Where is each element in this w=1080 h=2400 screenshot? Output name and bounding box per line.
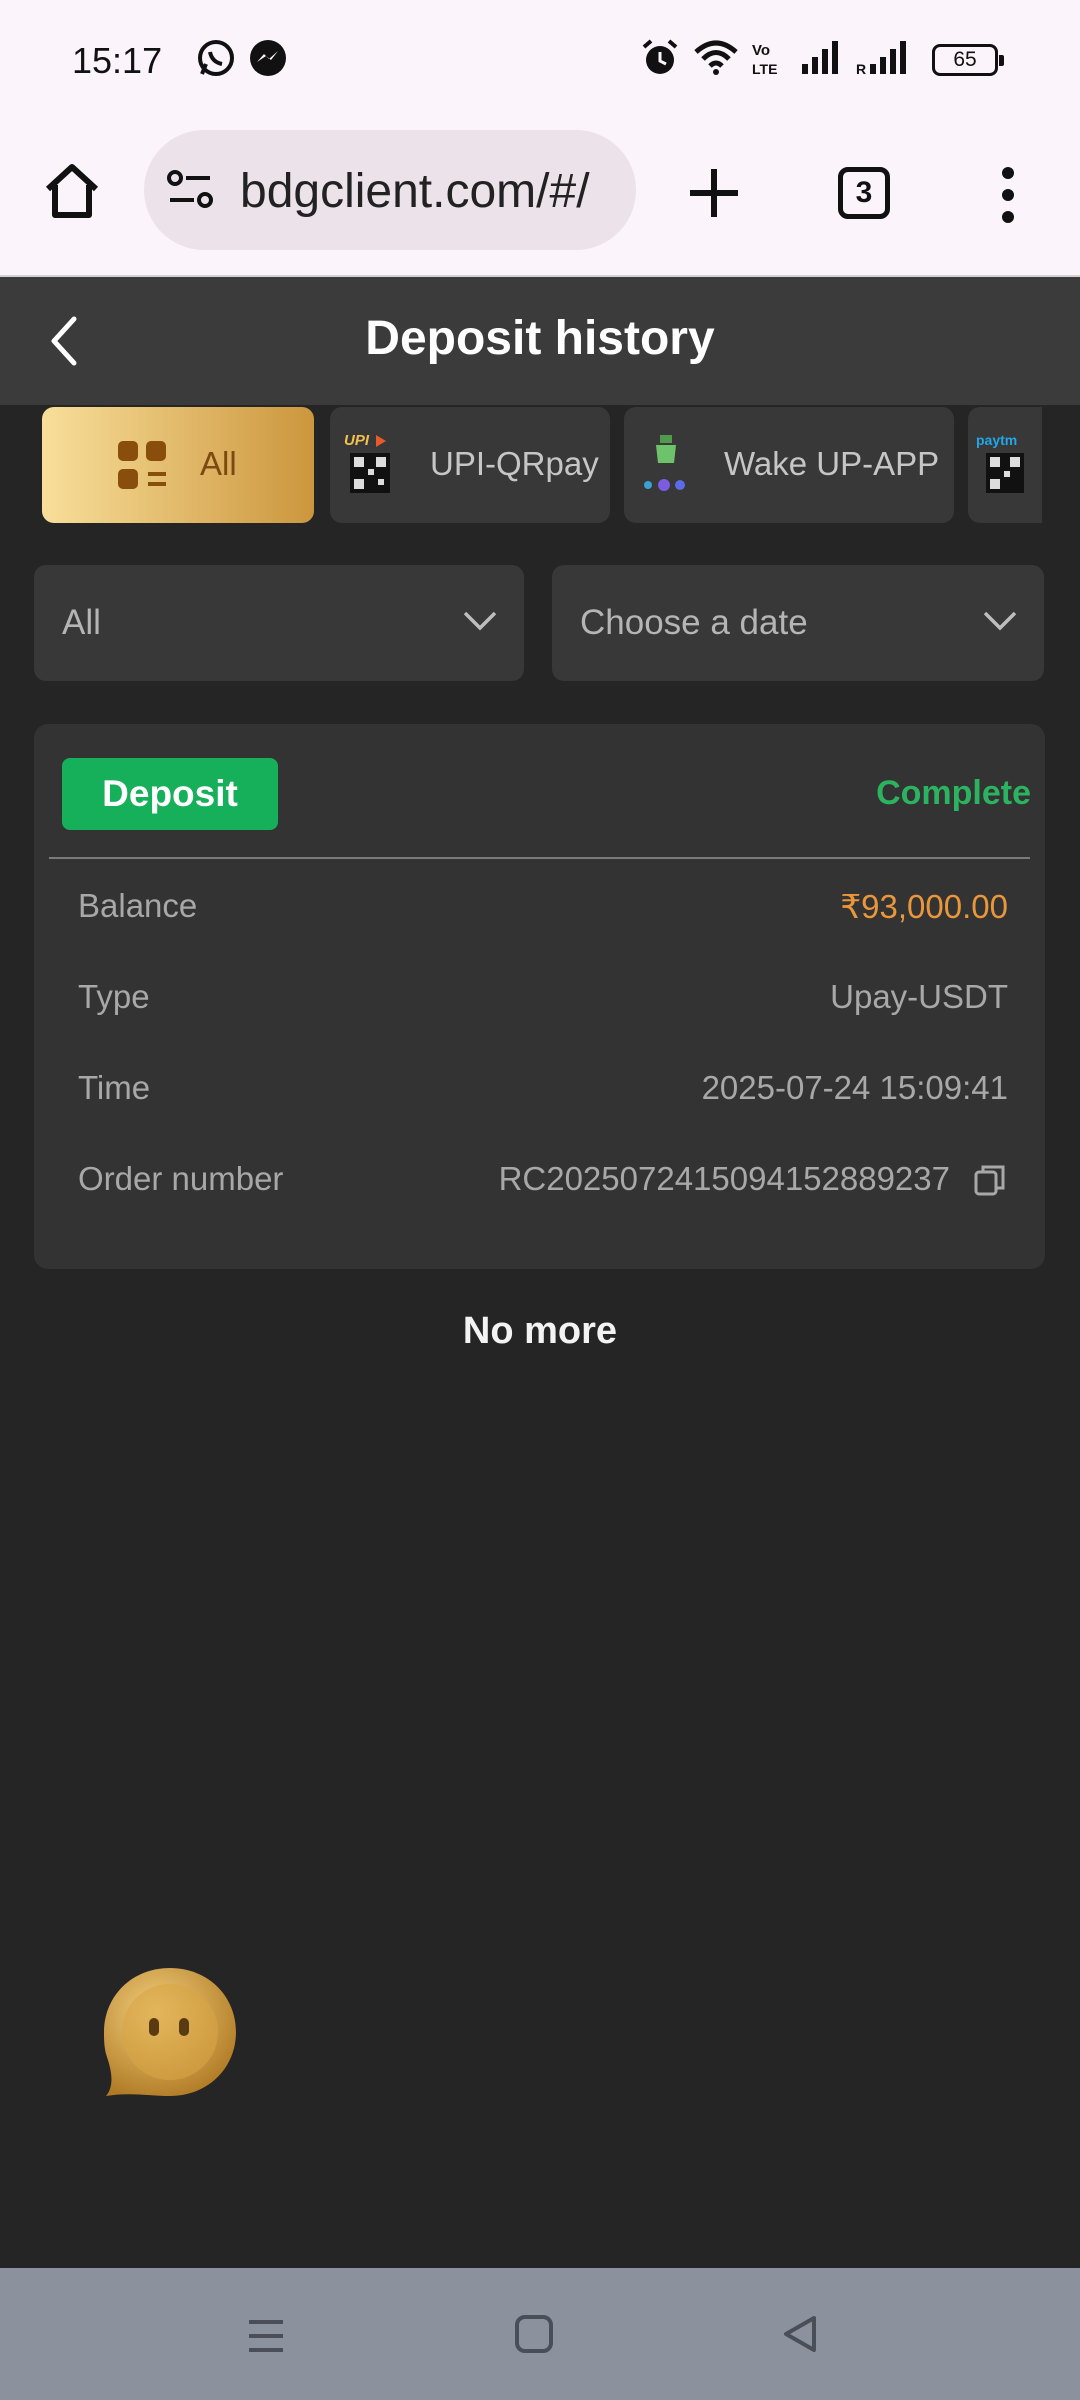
date-filter-value: Choose a date [580,603,808,642]
chevron-down-icon [983,611,1017,631]
chevron-down-icon [463,611,497,631]
address-bar[interactable]: bdgclient.com/#/ [144,130,636,250]
deposit-badge: Deposit [62,758,278,830]
browser-toolbar: bdgclient.com/#/ 3 [0,125,1080,277]
type-value: Upay-USDT [830,978,1008,1015]
whatsapp-icon [198,40,234,76]
status-badge: Complete [876,774,1031,812]
chip-paytm[interactable]: paytm [968,407,1042,523]
status-filter-select[interactable]: All [34,565,524,681]
upi-qr-icon: UPI [344,432,390,493]
wakeup-app-icon [644,435,685,491]
row-balance: Balance ₹93,000.00 [78,887,1008,937]
copy-icon[interactable] [972,1162,1008,1198]
row-order-number: Order number RC2025072415094152889237 [78,1160,1008,1210]
balance-value: ₹93,000.00 [840,888,1008,925]
overflow-menu-icon[interactable] [990,165,1026,225]
row-label: Balance [78,887,198,924]
recent-apps-icon[interactable] [246,2316,286,2356]
wifi-icon [694,40,738,75]
signal-icon [802,41,838,74]
chip-label: UPI-QRpay [430,445,599,482]
grid-list-icon [118,441,166,489]
deposit-record-card: Deposit Complete Balance ₹93,000.00 Type… [34,724,1045,1269]
tab-switcher-icon[interactable]: 3 [838,167,890,219]
url-text[interactable]: bdgclient.com/#/ [240,164,620,219]
svg-text:Vo: Vo [752,42,770,59]
row-type: Type Upay-USDT [78,978,1008,1028]
chip-upi-qrpay[interactable]: UPI UPI-QRpay [330,407,610,523]
status-time: 15:17 [72,40,163,81]
volte-icon: Vo LTE [752,42,777,77]
chip-label: Wake UP-APP [724,445,940,482]
time-value: 2025-07-24 15:09:41 [701,1069,1008,1106]
battery-level: 65 [953,48,977,71]
chip-all[interactable]: All [42,407,314,523]
paytm-qr-icon: paytm [976,432,1024,493]
row-label: Time [78,1069,151,1106]
divider [49,857,1030,859]
status-filter-value: All [62,603,101,642]
svg-text:paytm: paytm [976,432,1017,448]
page-title: Deposit history [365,312,715,365]
no-more-label: No more [462,1310,618,1352]
alarm-icon [642,39,678,74]
date-filter-select[interactable]: Choose a date [552,565,1044,681]
back-button-icon[interactable] [780,2314,820,2354]
app-header: Deposit history [0,277,1080,405]
order-number-value: RC2025072415094152889237 [498,1160,950,1197]
signal-roaming-icon: R [856,41,906,77]
new-tab-icon[interactable] [686,165,742,221]
system-nav-bar [0,2268,1080,2400]
battery-icon: 65 [932,44,1004,76]
messenger-icon [250,40,286,76]
status-bar: 15:17 Vo LTE R 65 [0,0,1080,125]
svg-text:R: R [856,61,866,77]
site-settings-icon[interactable] [166,168,216,212]
home-button-icon[interactable] [514,2314,554,2354]
support-chat-icon[interactable] [100,1962,240,2102]
row-time: Time 2025-07-24 15:09:41 [78,1069,1008,1119]
row-label: Type [78,978,150,1015]
svg-text:UPI: UPI [344,432,370,449]
svg-text:LTE: LTE [752,61,777,77]
home-icon[interactable] [42,161,102,221]
row-label: Order number [78,1160,284,1197]
chip-wake-up-app[interactable]: Wake UP-APP [624,407,954,523]
chip-label: All [200,445,237,482]
